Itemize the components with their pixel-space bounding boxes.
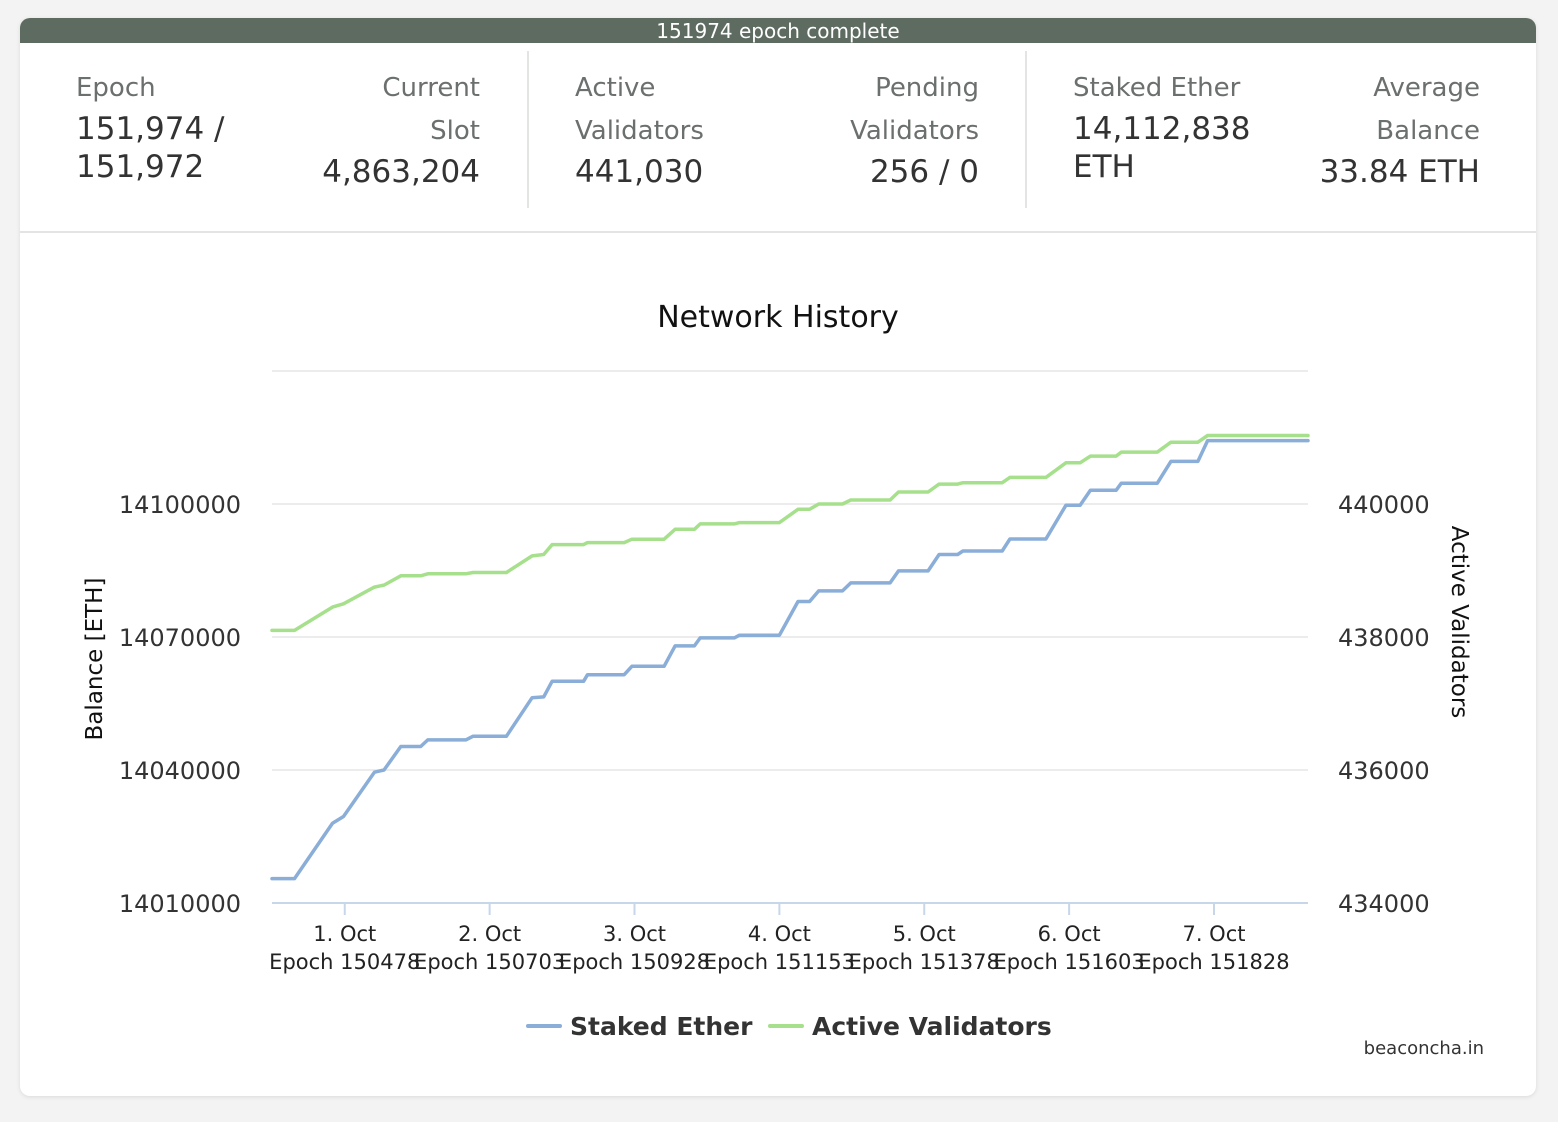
stat-epoch: Epoch 151,974 / 151,972 — [76, 67, 225, 186]
stat-label: Validators — [850, 116, 979, 146]
epoch-status-banner: 151974 epoch complete — [20, 18, 1536, 43]
x-tick-label: 4. Oct — [748, 922, 811, 946]
x-tick-label: 3. Oct — [603, 922, 666, 946]
y-left-axis-title: Balance [ETH] — [82, 578, 108, 741]
legend-label: Active Validators — [812, 1012, 1052, 1041]
stat-label: Epoch — [76, 73, 156, 103]
stat-value: 441,030 — [575, 154, 704, 190]
legend-label: Staked Ether — [570, 1012, 753, 1041]
stat-value: 256 / 0 — [869, 154, 979, 190]
stat-label: Slot — [430, 116, 480, 146]
stats-divider — [1025, 51, 1027, 208]
x-tick-label: Epoch 150478 — [269, 950, 420, 974]
y-right-tick-label: 434000 — [1338, 890, 1430, 918]
x-tick-label: Epoch 151603 — [994, 950, 1145, 974]
stats-card: 151974 epoch complete Epoch 151,974 / 15… — [20, 18, 1536, 1096]
stat-value: 14,112,838 — [1073, 111, 1251, 147]
watermark: beaconcha.in — [1363, 1038, 1484, 1059]
x-tick-label: Epoch 150928 — [559, 950, 710, 974]
y-left-tick-label: 14100000 — [119, 491, 241, 519]
x-tick-label: 5. Oct — [893, 922, 956, 946]
stat-value: 33.84 ETH — [1319, 154, 1480, 190]
x-tick-label: 2. Oct — [458, 922, 521, 946]
stats-panel: Epoch 151,974 / 151,972 Current Slot 4,8… — [20, 43, 1536, 233]
stat-label: Current — [382, 73, 480, 103]
y-left-tick-label: 14040000 — [119, 757, 241, 785]
stat-label: Average — [1373, 73, 1480, 103]
x-tick-label: 7. Oct — [1182, 922, 1245, 946]
stat-label: Staked Ether — [1073, 73, 1241, 103]
x-tick-label: Epoch 151828 — [1138, 950, 1289, 974]
x-tick-label: Epoch 151153 — [704, 950, 855, 974]
stat-average-balance: Average Balance 33.84 ETH — [1320, 67, 1480, 191]
chart-title: Network History — [657, 300, 899, 335]
stat-label: Active — [575, 73, 656, 103]
stat-value: ETH — [1073, 149, 1135, 185]
y-left-tick-label: 14070000 — [119, 624, 241, 652]
network-history-chart: Network History 14010000 14040000 14070000 1… — [20, 233, 1536, 1096]
series-line-staked-ether — [270, 438, 1310, 881]
stat-label: Pending — [875, 73, 979, 103]
stat-label: Validators — [575, 116, 704, 146]
stat-pending-validators: Pending Validators 256 / 0 — [850, 67, 979, 191]
stat-value: 151,972 — [76, 149, 205, 185]
stat-value: 151,974 / — [76, 111, 225, 147]
y-left-tick-label: 14010000 — [119, 890, 241, 918]
y-right-tick-label: 436000 — [1338, 757, 1430, 785]
series-line-active-validators — [270, 433, 1310, 633]
stat-current-slot: Current Slot 4,863,204 — [322, 67, 480, 191]
y-right-tick-label: 438000 — [1338, 624, 1430, 652]
stat-staked-ether: Staked Ether 14,112,838 ETH — [1073, 67, 1251, 186]
stat-label: Balance — [1376, 116, 1480, 146]
stats-divider — [527, 51, 529, 208]
stat-active-validators: Active Validators 441,030 — [575, 67, 704, 191]
stat-value: 4,863,204 — [322, 154, 480, 190]
y-right-axis-title: Active Validators — [1446, 526, 1472, 719]
y-right-tick-label: 440000 — [1338, 491, 1430, 519]
x-tick-label: 1. Oct — [313, 922, 376, 946]
chart-canvas: Network History 14010000 14040000 14070000 1… — [82, 300, 1472, 1041]
x-tick-label: Epoch 150703 — [414, 950, 565, 974]
x-tick-label: 6. Oct — [1038, 922, 1101, 946]
x-tick-label: Epoch 151378 — [849, 950, 1000, 974]
